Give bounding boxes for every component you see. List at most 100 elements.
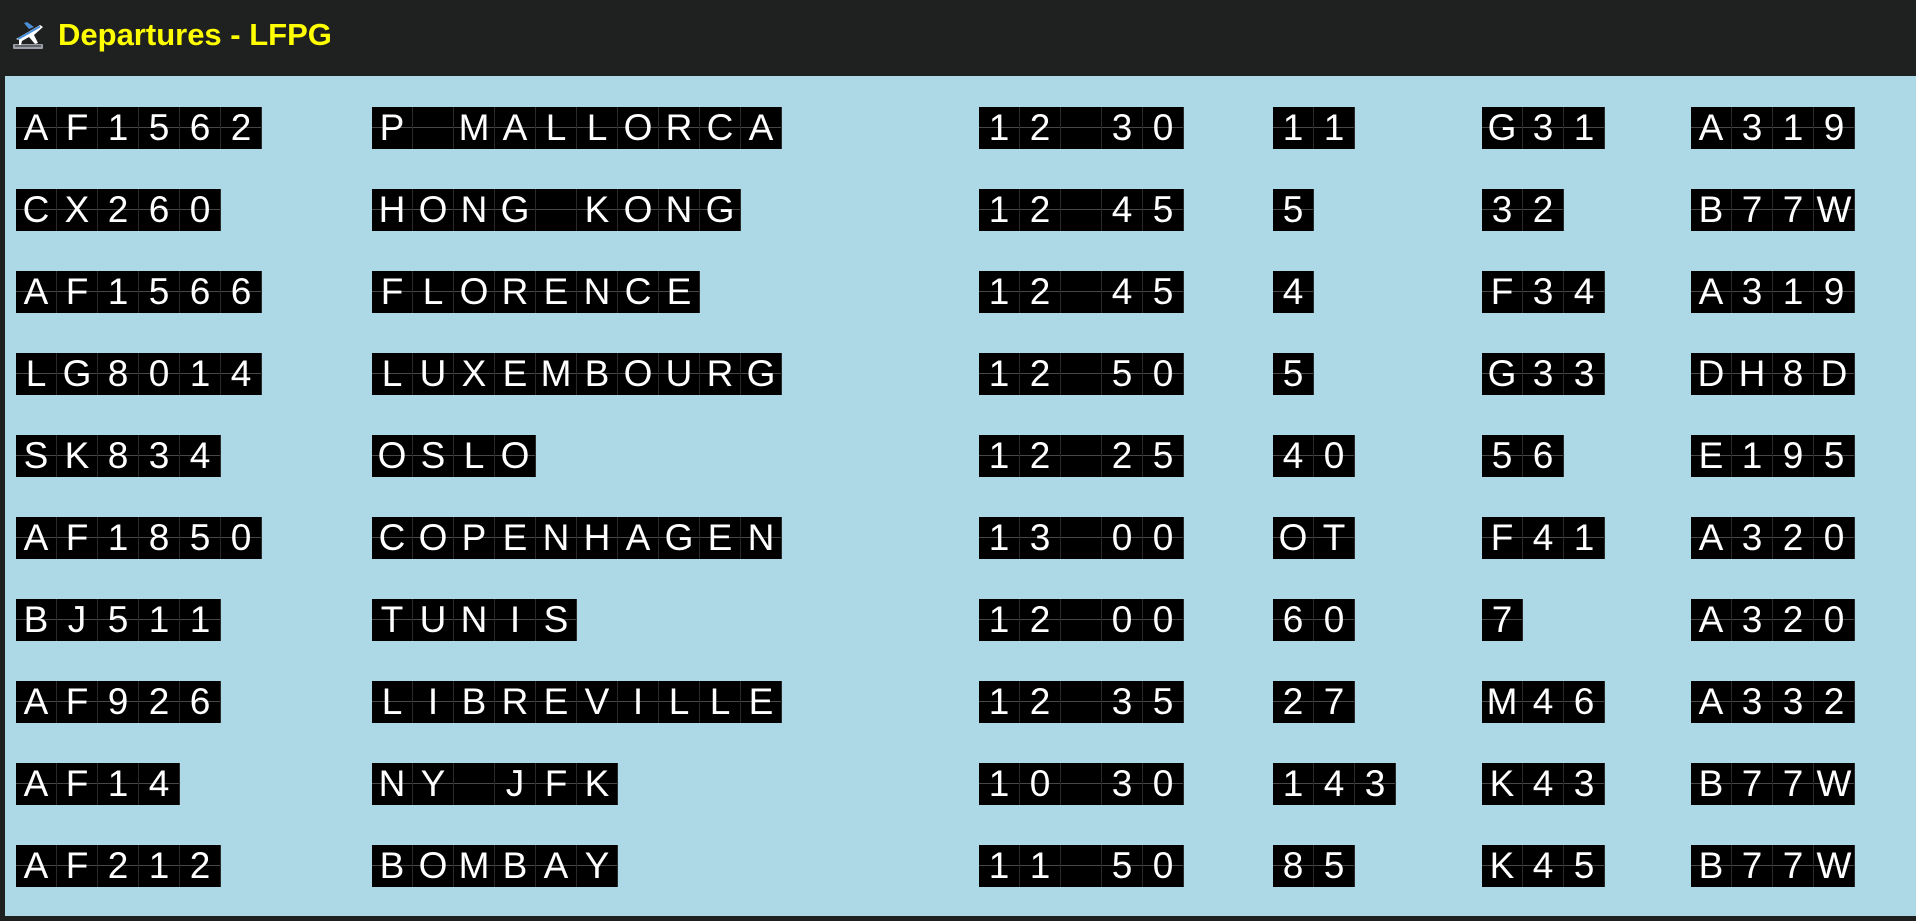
- flight-field: BJ511: [16, 599, 221, 641]
- flap-character: 0: [1314, 599, 1355, 641]
- flap-character: 1: [979, 845, 1020, 887]
- flap-character: 3: [1732, 107, 1773, 149]
- flap-character: 4: [221, 353, 262, 395]
- destination-field: COPENHAGEN: [372, 517, 782, 559]
- flap-character: 0: [1143, 599, 1184, 641]
- flap-character: G: [659, 517, 700, 559]
- flap-character: N: [372, 763, 413, 805]
- flap-character: A: [16, 107, 57, 149]
- flight-field: AF212: [16, 845, 221, 887]
- aircraft-field: DH8D: [1691, 353, 1855, 395]
- flap-character: 6: [1523, 435, 1564, 477]
- flap-character: M: [536, 353, 577, 395]
- flap-character: J: [57, 599, 98, 641]
- departure-row: CX260HONG KONG12 45532B77W: [5, 189, 1916, 231]
- flap-character: 5: [98, 599, 139, 641]
- delay-field: 60: [1273, 599, 1355, 641]
- flap-character: L: [700, 681, 741, 723]
- flap-character: G: [741, 353, 782, 395]
- aircraft-field: A319: [1691, 271, 1855, 313]
- flap-character: 8: [98, 435, 139, 477]
- flap-character: 3: [1773, 681, 1814, 723]
- destination-field: LUXEMBOURG: [372, 353, 782, 395]
- flap-character: N: [454, 189, 495, 231]
- flap-character: N: [536, 517, 577, 559]
- flap-character: 4: [1314, 763, 1355, 805]
- flap-character: E: [536, 681, 577, 723]
- flap-character: E: [495, 517, 536, 559]
- flap-character: 9: [1814, 271, 1855, 313]
- flap-character: I: [413, 681, 454, 723]
- flap-character: 2: [1273, 681, 1314, 723]
- flap-character: Y: [413, 763, 454, 805]
- flap-character: 2: [1814, 681, 1855, 723]
- flap-character: 0: [139, 353, 180, 395]
- departure-row: AF1562P MALLORCA12 3011G31A319: [5, 107, 1916, 149]
- flap-character: 4: [180, 435, 221, 477]
- flap-character: [1061, 681, 1102, 723]
- flap-character: A: [16, 517, 57, 559]
- flap-character: F: [1482, 517, 1523, 559]
- time-field: 12 00: [979, 599, 1184, 641]
- flap-character: E: [741, 681, 782, 723]
- flap-character: 6: [1564, 681, 1605, 723]
- flap-character: F: [372, 271, 413, 313]
- flap-character: 6: [180, 107, 221, 149]
- flap-character: D: [1814, 353, 1855, 395]
- departure-row: AF1566FLORENCE12 454F34A319: [5, 271, 1916, 313]
- flap-character: 4: [1564, 271, 1605, 313]
- time-field: 12 25: [979, 435, 1184, 477]
- flap-character: 7: [1732, 845, 1773, 887]
- flap-character: 1: [98, 271, 139, 313]
- flap-character: [413, 107, 454, 149]
- flap-character: 4: [1273, 435, 1314, 477]
- flap-character: 1: [1732, 435, 1773, 477]
- flap-character: 4: [1523, 517, 1564, 559]
- flap-character: O: [1273, 517, 1314, 559]
- flap-character: R: [495, 681, 536, 723]
- flap-character: R: [495, 271, 536, 313]
- flap-character: O: [618, 189, 659, 231]
- destination-field: LIBREVILLE: [372, 681, 782, 723]
- delay-field: 40: [1273, 435, 1355, 477]
- time-field: 12 30: [979, 107, 1184, 149]
- delay-field: OT: [1273, 517, 1355, 559]
- flap-character: 8: [1773, 353, 1814, 395]
- flight-field: LG8014: [16, 353, 262, 395]
- flap-character: 2: [1020, 271, 1061, 313]
- aircraft-field: B77W: [1691, 189, 1855, 231]
- flap-character: 0: [1314, 435, 1355, 477]
- flap-character: 6: [221, 271, 262, 313]
- flap-character: N: [659, 189, 700, 231]
- flap-character: K: [577, 189, 618, 231]
- flap-character: 2: [1102, 435, 1143, 477]
- flap-character: [454, 763, 495, 805]
- flap-character: X: [57, 189, 98, 231]
- destination-field: BOMBAY: [372, 845, 618, 887]
- flap-character: S: [413, 435, 454, 477]
- flap-character: O: [618, 107, 659, 149]
- flap-character: N: [741, 517, 782, 559]
- flap-character: 3: [1020, 517, 1061, 559]
- flap-character: [1061, 353, 1102, 395]
- flap-character: 5: [1273, 353, 1314, 395]
- flight-field: CX260: [16, 189, 221, 231]
- flap-character: 1: [1564, 107, 1605, 149]
- flap-character: U: [413, 599, 454, 641]
- flap-character: F: [57, 271, 98, 313]
- destination-field: OSLO: [372, 435, 536, 477]
- flap-character: A: [1691, 271, 1732, 313]
- aircraft-field: E195: [1691, 435, 1855, 477]
- flap-character: 4: [1273, 271, 1314, 313]
- delay-field: 27: [1273, 681, 1355, 723]
- flap-character: 7: [1773, 763, 1814, 805]
- flap-character: 3: [1732, 271, 1773, 313]
- departure-row: AF14NY JFK10 30143K43B77W: [5, 763, 1916, 805]
- flap-character: 1: [979, 189, 1020, 231]
- flap-character: 3: [1482, 189, 1523, 231]
- flap-character: [1061, 845, 1102, 887]
- departure-row: AF212BOMBAY11 5085K45B77W: [5, 845, 1916, 887]
- flap-character: A: [1691, 599, 1732, 641]
- flap-character: 1: [979, 763, 1020, 805]
- flap-character: B: [495, 845, 536, 887]
